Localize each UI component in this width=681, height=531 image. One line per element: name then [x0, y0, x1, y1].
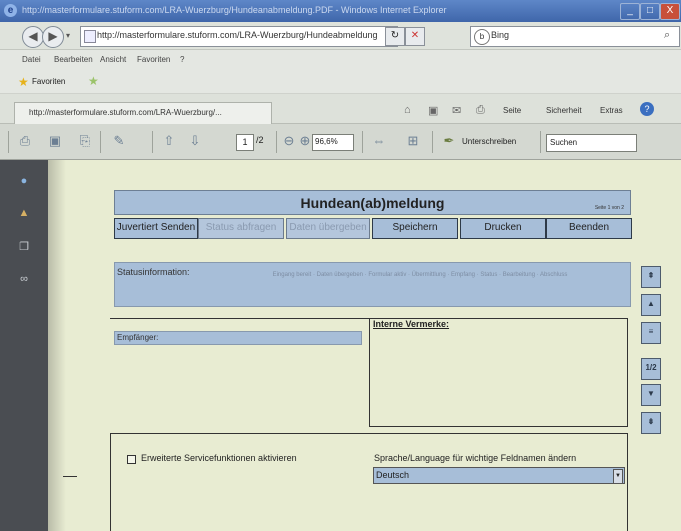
search-go-icon[interactable]: ⌕: [664, 29, 670, 42]
pdf-sidebar: ● ▲ ❐ ∞: [0, 160, 48, 531]
first-page-button[interactable]: ⇞: [641, 266, 661, 288]
send-button[interactable]: Juvertiert Senden: [114, 218, 198, 239]
chevron-down-icon[interactable]: ▼: [613, 469, 623, 484]
menu-ansicht[interactable]: Ansicht: [100, 55, 126, 64]
recipient-field[interactable]: Empfänger:: [114, 331, 362, 345]
sign-pen-icon[interactable]: ✒: [440, 132, 458, 150]
toolbar-divider: [540, 131, 541, 153]
menu-nav-button[interactable]: ≡: [641, 322, 661, 344]
service-label: Erweiterte Servicefunktionen aktivieren: [141, 453, 297, 463]
bing-icon: b: [474, 29, 490, 45]
toolbar-divider: [152, 131, 153, 153]
stop-button[interactable]: ✕: [405, 27, 425, 46]
toolbar-divider: [432, 131, 433, 153]
menu-favoriten[interactable]: Favoriten: [137, 55, 170, 64]
menu-bearbeiten[interactable]: Bearbeiten: [54, 55, 93, 64]
pages-icon[interactable]: ❐: [17, 240, 31, 254]
address-row: ◀ ▶ ▾ http://masterformulare.stuform.com…: [0, 22, 681, 50]
minimize-button[interactable]: _: [620, 3, 640, 20]
next-page-icon[interactable]: ⇩: [186, 132, 204, 150]
tab-label: http://masterformulare.stuform.com/LRA-W…: [29, 108, 222, 117]
page-up-button[interactable]: ▲: [641, 294, 661, 316]
close-button[interactable]: X: [660, 3, 680, 20]
browser-tab[interactable]: http://masterformulare.stuform.com/LRA-W…: [14, 102, 272, 125]
exit-button[interactable]: Beenden: [546, 218, 632, 239]
status-text: Eingang bereit · Daten übergeben · Formu…: [272, 272, 568, 278]
home-icon[interactable]: ⌂: [404, 104, 411, 116]
add-favorite-icon[interactable]: ★: [88, 74, 99, 88]
menu-bar: Datei Bearbeiten Ansicht Favoriten ?: [0, 50, 681, 70]
maximize-button[interactable]: □: [640, 3, 660, 20]
toolbar-divider: [8, 131, 9, 153]
menu-help[interactable]: ?: [180, 55, 184, 64]
fit-page-icon[interactable]: ⊞: [404, 132, 422, 150]
toolbar-divider: [100, 131, 101, 153]
print-icon[interactable]: ⎙: [476, 104, 485, 117]
window-title-bar: e http://masterformulare.stuform.com/LRA…: [0, 0, 681, 22]
last-page-button[interactable]: ⇟: [641, 412, 661, 434]
command-sicherheit[interactable]: Sicherheit: [546, 106, 582, 115]
page-total: /2: [256, 135, 264, 145]
attachments-icon[interactable]: ∞: [17, 272, 31, 286]
margin-mark: [63, 476, 77, 477]
tab-row: http://masterformulare.stuform.com/LRA-W…: [0, 94, 681, 125]
internal-notes-label: Interne Vermerke:: [373, 319, 450, 329]
language-label: Sprache/Language für wichtige Feldnamen …: [374, 453, 577, 463]
previous-page-icon[interactable]: ⇧: [160, 132, 178, 150]
sign-button[interactable]: Unterschreiben: [462, 137, 516, 146]
language-select[interactable]: Deutsch ▼: [373, 467, 625, 484]
data-transfer-button[interactable]: Daten übergeben: [286, 218, 370, 239]
address-input[interactable]: http://masterformulare.stuform.com/LRA-W…: [80, 26, 398, 47]
search-input[interactable]: b Bing: [470, 26, 680, 47]
save-pdf-icon[interactable]: ▣: [46, 132, 64, 150]
form-title-box: Hundean(ab)meldung Seite 1 von 2: [114, 190, 631, 215]
page-indicator-button[interactable]: 1/2: [641, 358, 661, 380]
attach-icon[interactable]: ⎘: [76, 132, 94, 150]
favorites-bar: ★ Favoriten ★: [0, 70, 681, 94]
status-info-box: Statusinformation: Eingang bereit · Date…: [114, 262, 631, 307]
favorites-star-icon: ★: [18, 75, 29, 89]
favorites-label[interactable]: Favoriten: [32, 77, 65, 86]
print-button[interactable]: Drucken: [460, 218, 546, 239]
back-button[interactable]: ◀: [22, 26, 44, 48]
internal-notes-box: Interne Vermerke:: [369, 318, 628, 427]
page-number-input[interactable]: 1: [236, 134, 254, 151]
search-placeholder: Bing: [491, 30, 510, 40]
page-icon: [84, 30, 96, 43]
toolbar-divider: [362, 131, 363, 153]
refresh-button[interactable]: ↻: [385, 27, 405, 46]
page-indicator: Seite 1 von 2: [594, 205, 624, 211]
zoom-select[interactable]: 96,6%: [312, 134, 354, 151]
service-checkbox[interactable]: [127, 455, 136, 464]
lock-icon[interactable]: ▲: [17, 206, 31, 220]
window-title: http://masterformulare.stuform.com/LRA-W…: [22, 5, 447, 15]
page-down-button[interactable]: ▼: [641, 384, 661, 406]
help-icon[interactable]: ?: [640, 102, 654, 116]
command-extras[interactable]: Extras: [600, 106, 623, 115]
pdf-search-input[interactable]: Suchen: [546, 134, 637, 152]
print-pdf-icon[interactable]: ⎙: [16, 132, 34, 150]
status-label: Statusinformation:: [117, 267, 190, 277]
toolbar-divider: [276, 131, 277, 153]
mail-icon[interactable]: ✉: [452, 104, 461, 117]
address-url: http://masterformulare.stuform.com/LRA-W…: [97, 30, 378, 40]
forward-button[interactable]: ▶: [42, 26, 64, 48]
comment-icon[interactable]: ✎: [110, 132, 128, 150]
ie-logo-icon: e: [4, 4, 17, 17]
language-value: Deutsch: [376, 470, 410, 480]
feeds-icon[interactable]: ▣: [428, 104, 438, 117]
status-query-button[interactable]: Status abfragen: [198, 218, 284, 239]
save-button[interactable]: Speichern: [372, 218, 458, 239]
history-dropdown-icon[interactable]: ▾: [66, 31, 70, 40]
command-seite[interactable]: Seite: [503, 106, 521, 115]
fit-width-icon[interactable]: ⇔: [370, 132, 388, 150]
menu-datei[interactable]: Datei: [22, 55, 41, 64]
form-title: Hundean(ab)meldung: [300, 195, 445, 211]
globe-icon[interactable]: ●: [17, 174, 31, 188]
pdf-toolbar: ⎙ ▣ ⎘ ✎ ⇧ ⇩ 1 /2 ⊖ ⊕ 96,6% ⇔ ⊞ ✒ Untersc…: [0, 124, 681, 160]
